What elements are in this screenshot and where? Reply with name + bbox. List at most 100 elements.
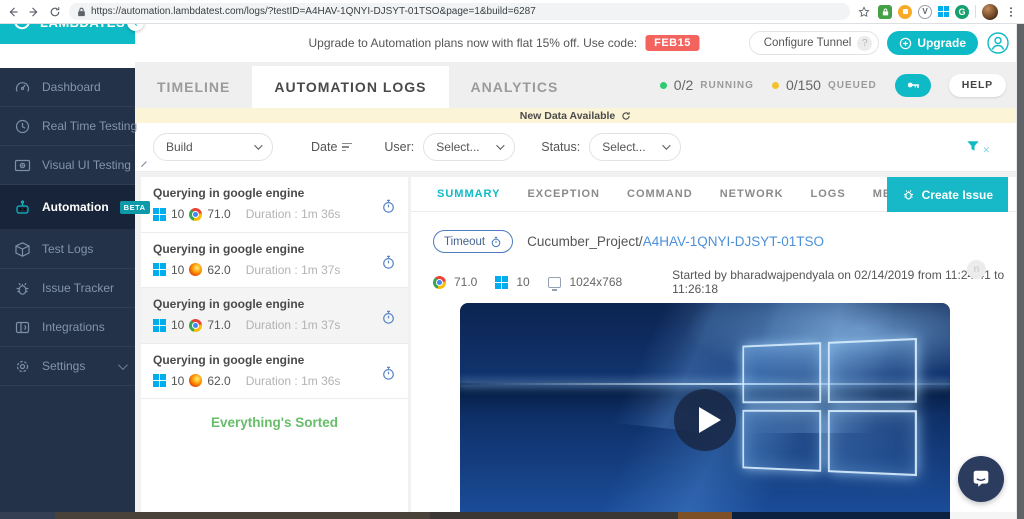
- notice-text: New Data Available: [519, 109, 616, 122]
- tab-timeline[interactable]: TIMELINE: [135, 66, 252, 108]
- date-filter[interactable]: Date: [311, 140, 353, 154]
- upgrade-button[interactable]: Upgrade: [887, 31, 978, 55]
- test-duration: Duration : 1m 36s: [245, 207, 341, 221]
- clear-filters-button[interactable]: ✕: [966, 139, 990, 156]
- promo-banner: Upgrade to Automation plans now with fla…: [308, 24, 700, 62]
- user-filter-dropdown[interactable]: Select...: [423, 133, 516, 161]
- test-list-item[interactable]: Querying in google engine 10 71.0 Durati…: [141, 288, 408, 344]
- detail-tab-exception[interactable]: EXCEPTION: [527, 188, 600, 200]
- browser-back-icon[interactable]: [6, 5, 20, 19]
- sidebar-item-automation[interactable]: Automation BETA: [0, 185, 150, 230]
- windows-wallpaper-logo: [742, 337, 918, 476]
- browser-menu-icon[interactable]: [1004, 5, 1018, 19]
- running-counter: 0/2 Running: [659, 77, 754, 93]
- user-filter-value: Select...: [436, 140, 480, 154]
- sidebar-item-test-logs[interactable]: Test Logs: [0, 230, 135, 269]
- sidebar-item-label: Dashboard: [42, 80, 101, 94]
- toolbar-divider: [975, 5, 976, 18]
- test-list-item[interactable]: Querying in google engine 10 71.0 Durati…: [141, 177, 408, 233]
- sidebar-nav: Dashboard Real Time Testing Visual UI Te…: [0, 68, 150, 519]
- extension-key-icon[interactable]: [898, 4, 912, 19]
- sidebar-item-integrations[interactable]: Integrations: [0, 308, 135, 347]
- sidebar-item-label: Automation: [42, 200, 109, 214]
- key-icon: [907, 82, 919, 88]
- stopwatch-icon: [381, 310, 396, 325]
- stopwatch-icon: [381, 255, 396, 270]
- address-bar[interactable]: https://automation.lambdatest.com/logs/?…: [69, 3, 850, 20]
- status-filter-dropdown[interactable]: Select...: [589, 133, 682, 161]
- test-list-item[interactable]: Querying in google engine 10 62.0 Durati…: [141, 344, 408, 399]
- user-filter-label: User:: [384, 140, 415, 154]
- test-list-item[interactable]: Querying in google engine 10 62.0 Durati…: [141, 233, 408, 288]
- test-video-player: [460, 303, 950, 519]
- chevron-down-icon: [117, 359, 128, 370]
- detail-tab-network[interactable]: NETWORK: [720, 188, 784, 200]
- intercom-chat-button[interactable]: [958, 456, 1004, 502]
- access-key-button[interactable]: [894, 73, 931, 97]
- configure-tunnel-label: Configure Tunnel: [763, 37, 852, 49]
- chevron-down-icon: [254, 141, 263, 150]
- test-browser-version: 62.0: [207, 373, 231, 388]
- stopwatch-icon: [381, 199, 396, 214]
- sidebar-item-real-time-testing[interactable]: Real Time Testing: [0, 107, 137, 146]
- test-list-panel: Querying in google engine 10 71.0 Durati…: [141, 177, 408, 519]
- detail-tab-bar: SUMMARYEXCEPTIONCOMMANDNETWORKLOGSMETADA…: [411, 177, 1024, 212]
- sidebar-item-visual-ui-testing[interactable]: Visual UI Testing: [0, 146, 147, 185]
- test-duration: Duration : 1m 37s: [245, 262, 341, 277]
- play-button[interactable]: [674, 388, 736, 451]
- tab-automation-logs[interactable]: AUTOMATION LOGS: [252, 66, 449, 108]
- extension-v-icon[interactable]: V: [918, 4, 932, 19]
- tab-analytics[interactable]: ANALYTICS: [449, 66, 581, 108]
- screenshot-bottom-strip: [0, 512, 1016, 519]
- upgrade-label: Upgrade: [917, 36, 966, 50]
- list-footer-message: Everything's Sorted: [211, 415, 338, 430]
- test-os-version: 10: [171, 373, 185, 388]
- create-issue-label: Create Issue: [921, 187, 993, 202]
- robot-icon: [14, 199, 31, 216]
- detail-tab-summary[interactable]: SUMMARY: [437, 188, 500, 200]
- test-meta-row: 71.0 10 1024x768 Started by bharadwajpen…: [433, 268, 1016, 296]
- help-button[interactable]: HELP: [948, 73, 1006, 97]
- extension-grammarly-icon[interactable]: G: [955, 4, 969, 19]
- browser-profile-avatar[interactable]: [982, 3, 998, 20]
- sidebar-item-label: Integrations: [42, 320, 105, 334]
- running-dot-icon: [659, 81, 667, 89]
- firefox-icon: [189, 263, 203, 276]
- extension-lock-icon[interactable]: [878, 4, 892, 19]
- detail-tab-logs[interactable]: LOGS: [811, 188, 846, 200]
- browser-forward-icon[interactable]: [27, 5, 41, 19]
- test-os-version: 10: [171, 262, 185, 277]
- promo-text: Upgrade to Automation plans now with fla…: [308, 36, 638, 50]
- test-id-link[interactable]: A4HAV-1QNYI-DJSYT-01TSO: [643, 234, 824, 249]
- create-issue-button[interactable]: Create Issue: [886, 177, 1008, 212]
- sidebar-item-dashboard[interactable]: Dashboard: [0, 68, 135, 107]
- build-filter-label: Build: [166, 140, 193, 154]
- chevron-down-icon: [496, 141, 505, 150]
- stopwatch-icon: [381, 366, 396, 381]
- refresh-data-icon[interactable]: [621, 111, 631, 121]
- firefox-icon: [189, 374, 203, 387]
- page-scrollbar[interactable]: [1016, 24, 1024, 519]
- detail-tab-command[interactable]: COMMAND: [627, 188, 693, 200]
- test-title: Querying in google engine: [153, 241, 305, 256]
- browser-toolbar: https://automation.lambdatest.com/logs/?…: [0, 0, 1024, 24]
- chrome-icon: [433, 275, 446, 289]
- windows-icon: [153, 207, 166, 221]
- sidebar-item-issue-tracker[interactable]: Issue Tracker: [0, 269, 135, 308]
- date-filter-label: Date: [311, 140, 338, 154]
- user-profile-icon[interactable]: [986, 31, 1010, 55]
- extensions-row: V G: [878, 3, 1018, 20]
- test-browser-version: 62.0: [207, 262, 231, 277]
- detail-browser-version: 71.0: [454, 275, 478, 289]
- bookmark-star-icon[interactable]: [857, 5, 871, 19]
- windows-icon: [153, 263, 166, 276]
- notification-muted-icon[interactable]: n: [967, 260, 986, 279]
- sort-icon: [342, 142, 353, 152]
- configure-tunnel-button[interactable]: Configure Tunnel ?: [748, 31, 880, 55]
- sidebar-item-settings[interactable]: Settings: [0, 347, 135, 386]
- browser-reload-icon[interactable]: [48, 5, 62, 19]
- status-filter-label: Status:: [541, 140, 581, 154]
- windows-icon: [153, 318, 166, 332]
- build-filter-dropdown[interactable]: Build: [153, 133, 273, 161]
- extension-windows-icon[interactable]: [938, 6, 949, 17]
